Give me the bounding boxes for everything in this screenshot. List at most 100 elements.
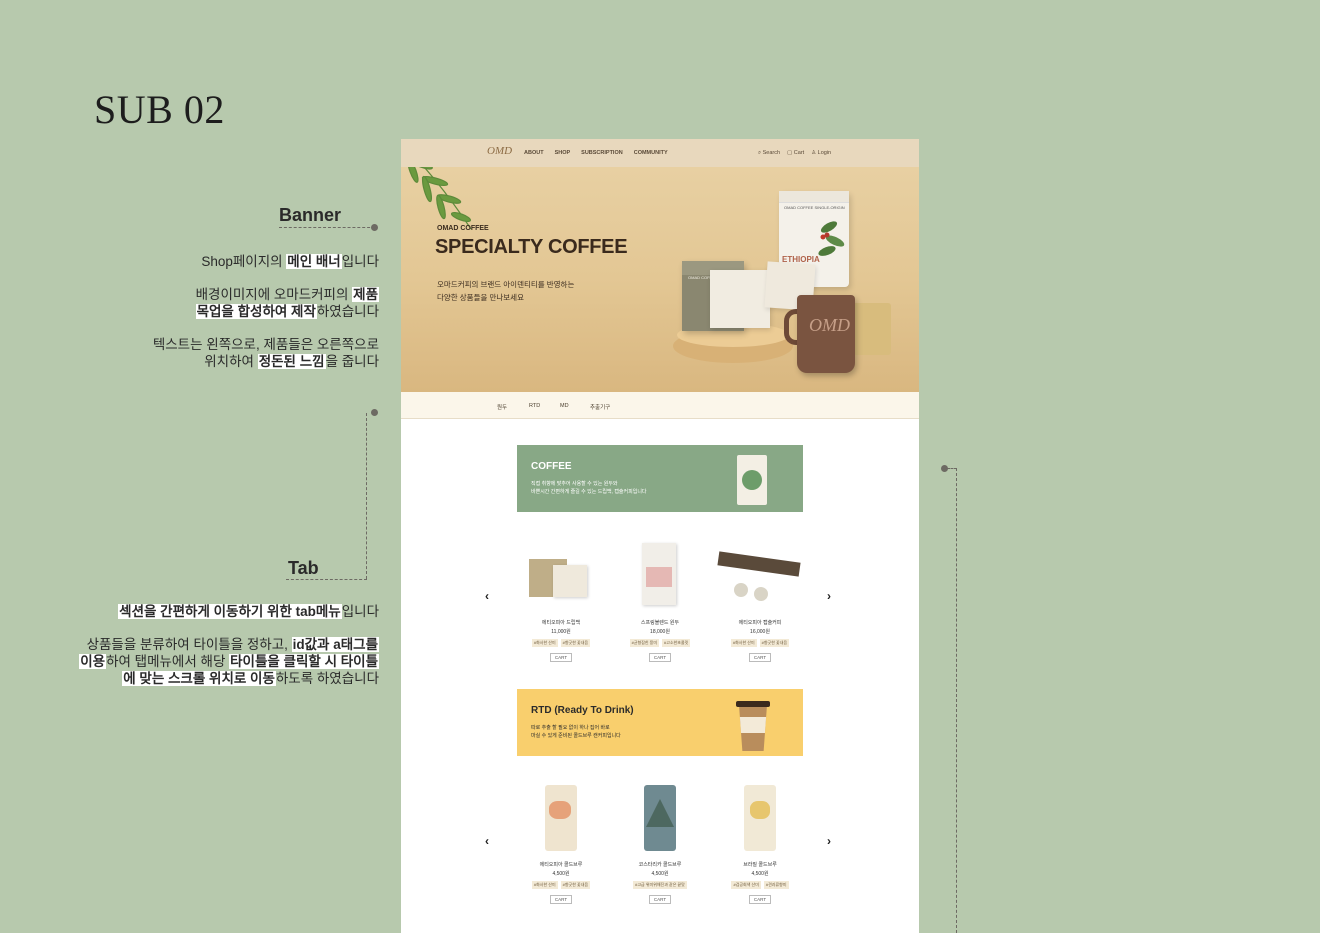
cart-button[interactable]: CART [550, 653, 572, 662]
highlight: 타이틀을 클릭할 시 타이틀 [229, 654, 379, 669]
text-fragment: 상품들을 분류하여 타이틀을 정하고, [86, 637, 292, 652]
section-title: RTD (Ready To Drink) [531, 705, 634, 716]
rtd-section-header: RTD (Ready To Drink) 따로 추출 할 필요 없이 하나 집어… [517, 689, 803, 756]
tab-rtd[interactable]: RTD [529, 403, 540, 409]
cart-button[interactable]: CART [749, 895, 771, 904]
section-desc-line: 마실 수 있게 준비된 콜드브루 캔커피입니다 [531, 733, 621, 739]
cart-button[interactable]: CART [550, 895, 572, 904]
product-card[interactable]: 스프링블렌드 원두 18,000원 #균형잡힌 풍미 #고소한초콜릿 CART [616, 543, 704, 662]
tab-beans[interactable]: 원두 [497, 403, 507, 411]
section-desc-line: 따로 추출 할 필요 없이 하나 집어 바로 [531, 725, 610, 731]
product-image [716, 785, 804, 851]
text-fragment: 하여 탭메뉴에서 해당 [106, 654, 230, 669]
capsule [754, 587, 768, 601]
cup-lid [736, 701, 770, 707]
coffee-prev-arrow[interactable]: ‹ [485, 589, 489, 603]
nav-item-community[interactable]: COMMUNITY [634, 150, 668, 156]
banner-brand: OMAD COFFEE [437, 225, 489, 232]
capsule-box [717, 551, 801, 577]
product-tag: #화사한 산미 [531, 881, 558, 889]
tab-annotation-heading: Tab [288, 558, 319, 578]
nav-login-label: Login [817, 150, 832, 156]
banner-underline [279, 227, 375, 228]
product-name: 브라질 콜드브루 [743, 862, 777, 868]
category-tabs: 원두 RTD MD 추출기구 [401, 392, 919, 419]
text-fragment: 을 줍니다 [325, 354, 379, 369]
rtd-prev-arrow[interactable]: ‹ [485, 834, 489, 848]
text-fragment: Shop페이지의 [201, 254, 287, 269]
text-fragment: 하였습니다 [316, 304, 379, 319]
product-price: 4,500원 [651, 871, 669, 877]
product-image [616, 543, 704, 609]
product-name: 에티오피아 캡슐커피 [738, 620, 782, 626]
main-banner: OMD ABOUT SHOP SUBSCRIPTION COMMUNITY ⌕ … [401, 139, 919, 392]
product-tags: #검공회색 산미 #견과류향미 [716, 881, 804, 889]
product-tag: #고급 위미위해진과 같은 끝맛 [633, 881, 687, 889]
banner-desc-line: 다양한 상품들을 만나보세요 [437, 293, 524, 302]
nav-item-shop[interactable]: SHOP [555, 150, 571, 156]
bag-seal [779, 191, 849, 203]
nav-login[interactable]: ♙ Login [811, 150, 831, 157]
cart-button[interactable]: CART [649, 895, 671, 904]
product-tag: #향긋한 꽃내음 [560, 881, 591, 889]
product-name: 코스타리카 콜드브루 [638, 862, 682, 868]
coffee-next-arrow[interactable]: › [827, 589, 831, 603]
product-image [517, 543, 605, 609]
backdrop-cylinder [853, 303, 891, 355]
section-description: 직접 취향에 맞추어 사용할 수 있는 원두와 바쁜시간 간편하게 즐길 수 있… [531, 480, 647, 496]
banner-connector-dot [371, 224, 378, 231]
banner-desc-line: 오마드커피의 브랜드 아이덴티티를 반영하는 [437, 280, 575, 289]
nav-search-label: Search [762, 150, 781, 156]
text-fragment: 배경이미지에 오마드커피의 [195, 287, 353, 302]
can-pattern [750, 801, 770, 819]
product-tag: #고소한초콜릿 [662, 639, 691, 647]
nav-cart[interactable]: ▢ Cart [787, 150, 804, 157]
search-icon: ⌕ [758, 150, 762, 156]
product-tag: #화사한 산미 [730, 639, 757, 647]
highlight: id값과 a태그를 [291, 637, 379, 652]
product-tag: #향긋한 꽃내음 [560, 639, 591, 647]
bag-pattern [742, 470, 762, 490]
product-card[interactable]: 에티오피아 드립백 11,000원 #화사한 산미 #향긋한 꽃내음 CART [517, 543, 605, 662]
page-title: SUB 02 [94, 87, 225, 132]
product-tag: #견과류향미 [763, 881, 789, 889]
product-card[interactable]: 코스타리카 콜드브루 4,500원 #고급 위미위해진과 같은 끝맛 CART [616, 785, 704, 904]
text-fragment: 입니다 [341, 604, 379, 619]
cup-sleeve [739, 717, 767, 733]
nav-menu: ABOUT SHOP SUBSCRIPTION COMMUNITY [524, 150, 668, 156]
rtd-next-arrow[interactable]: › [827, 834, 831, 848]
tab-connector-dot [371, 409, 378, 416]
product-card[interactable]: 에티오피아 콜드브루 4,500원 #화사한 산미 #향긋한 꽃내음 CART [517, 785, 605, 904]
mountain-pattern [646, 799, 674, 827]
highlight: 정돈된 느낌 [257, 354, 326, 369]
highlight: 메인 배너 [286, 254, 342, 269]
cart-button[interactable]: CART [749, 653, 771, 662]
nav-item-subscription[interactable]: SUBSCRIPTION [581, 150, 623, 156]
product-tags: #화사한 산미 #향긋한 꽃내음 [517, 639, 605, 647]
tab-annotation-text: 섹션을 간편하게 이동하기 위한 tab메뉴입니다 상품들을 분류하여 타이틀을… [79, 603, 379, 703]
nav-search[interactable]: ⌕ Search [758, 150, 780, 157]
can-image [545, 785, 577, 851]
product-price: 4,500원 [552, 871, 570, 877]
can-image [644, 785, 676, 851]
product-image [517, 785, 605, 851]
can-pattern [549, 801, 571, 819]
highlight: 목업을 합성하여 제작 [195, 304, 317, 319]
cart-button[interactable]: CART [649, 653, 671, 662]
tab-md[interactable]: MD [560, 403, 569, 409]
can-image [744, 785, 776, 851]
product-card[interactable]: 브라질 콜드브루 4,500원 #검공회색 산미 #견과류향미 CART [716, 785, 804, 904]
section-title: COFFEE [531, 461, 572, 472]
drip-bag [553, 565, 587, 597]
tab-tools[interactable]: 추출기구 [590, 403, 610, 411]
banner-annotation-text: Shop페이지의 메인 배너입니다 배경이미지에 오마드커피의 제품 목업을 합성… [153, 253, 379, 386]
top-nav: OMD ABOUT SHOP SUBSCRIPTION COMMUNITY ⌕ … [401, 139, 919, 167]
nav-item-about[interactable]: ABOUT [524, 150, 544, 156]
brand-logo[interactable]: OMD [487, 145, 512, 161]
product-tag: #검공회색 산미 [731, 881, 761, 889]
product-card[interactable]: 에티오피아 캡슐커피 16,000원 #화사한 산미 #향긋한 꽃내음 CART [716, 543, 804, 662]
section-desc-line: 직접 취향에 맞추어 사용할 수 있는 원두와 [531, 481, 618, 487]
bag-label: OMAD COFFEE SINGLE-ORIGIN [784, 205, 845, 210]
product-tag: #균형잡힌 풍미 [629, 639, 660, 647]
bag-label-pink [646, 567, 672, 587]
